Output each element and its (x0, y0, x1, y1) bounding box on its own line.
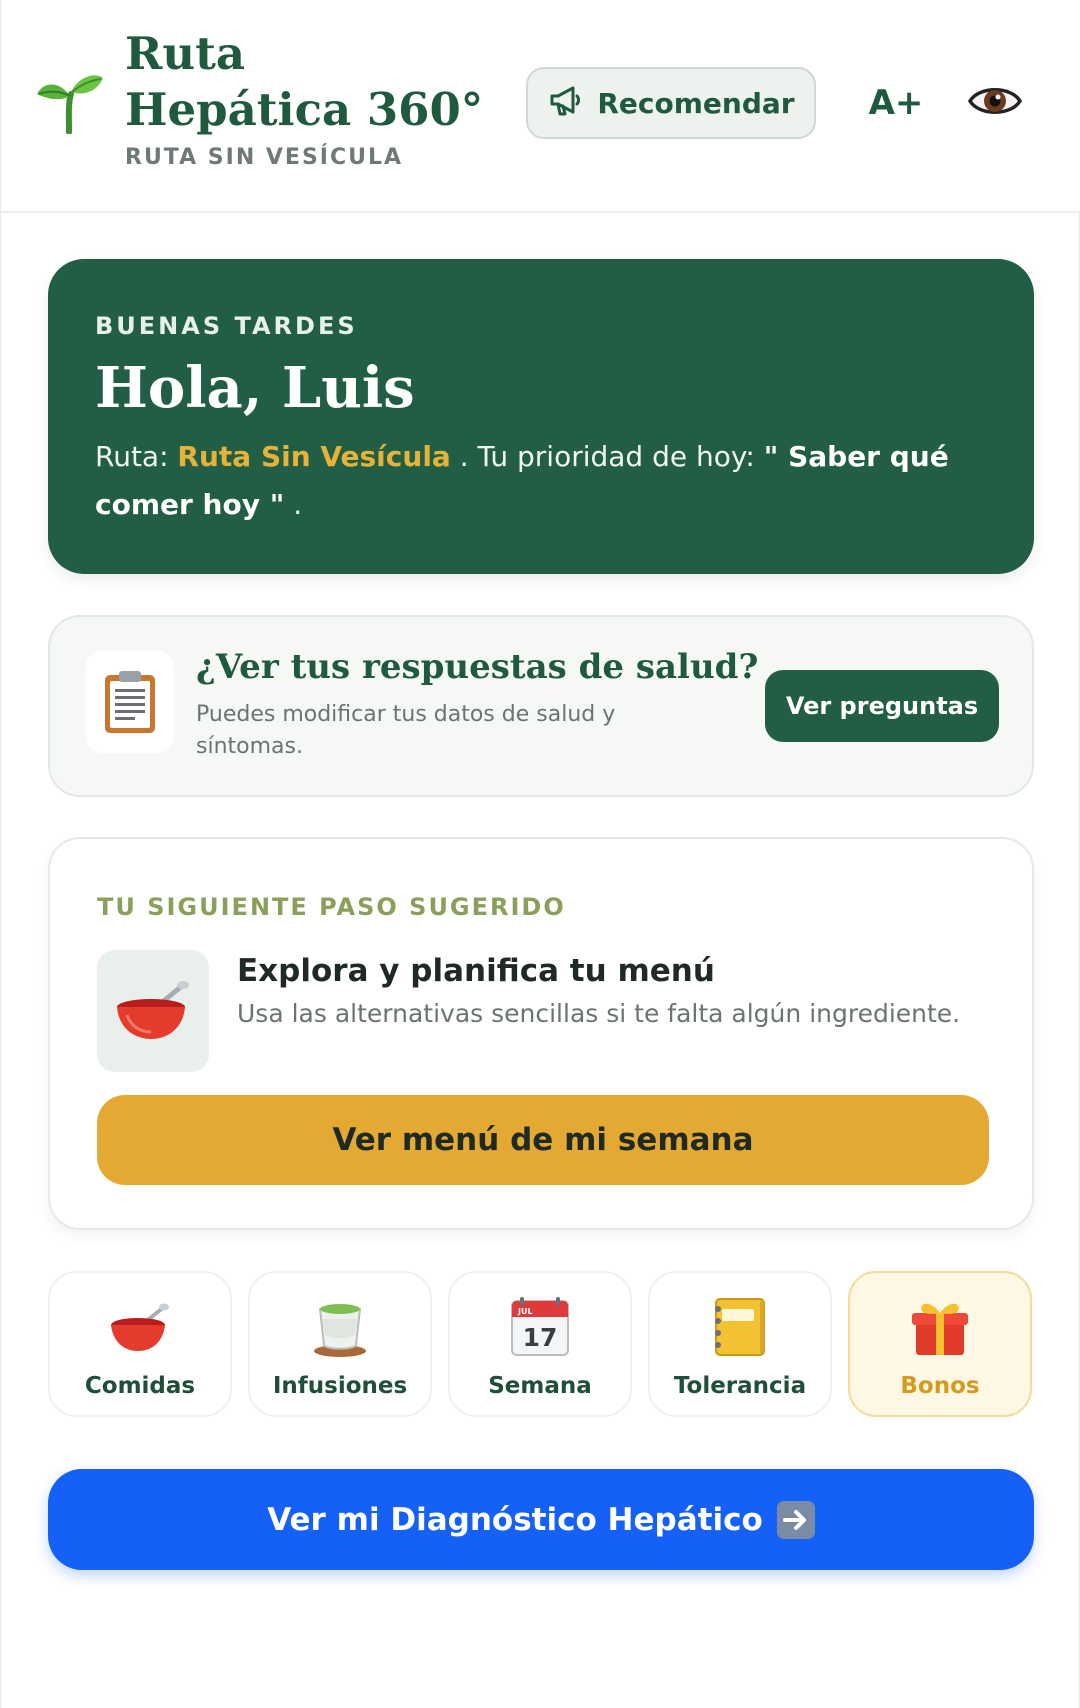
diagnostic-label: Ver mi Diagnóstico Hepático (267, 1501, 763, 1538)
gift-icon (908, 1295, 972, 1359)
tile-infusiones[interactable]: Infusiones (248, 1271, 432, 1417)
tile-tolerancia[interactable]: Tolerancia (648, 1271, 832, 1417)
tile-semana[interactable]: JUL 17 Semana (448, 1271, 632, 1417)
tile-comidas[interactable]: Comidas (48, 1271, 232, 1417)
view-week-menu-button[interactable]: Ver menú de mi semana (97, 1095, 989, 1185)
arrow-right-icon (776, 1500, 815, 1539)
tile-label: Semana (488, 1373, 592, 1399)
route-prefix: Ruta: (95, 440, 178, 473)
greeting-card: BUENAS TARDES Hola, Luis Ruta: Ruta Sin … (48, 259, 1034, 574)
view-diagnostic-button[interactable]: Ver mi Diagnóstico Hepático (48, 1469, 1034, 1570)
bowl-icon (108, 1295, 172, 1359)
clipboard-icon (86, 651, 174, 753)
next-step-title: Explora y planifica tu menú (237, 953, 715, 989)
next-step-description: Usa las alternativas sencillas si te fal… (237, 999, 961, 1028)
greeting-suffix: . (284, 488, 303, 521)
bowl-icon (97, 950, 209, 1072)
calendar-icon: JUL 17 (508, 1295, 572, 1359)
tile-label: Bonos (900, 1373, 980, 1399)
tile-bonos[interactable]: Bonos (848, 1271, 1032, 1417)
tile-label: Tolerancia (673, 1373, 807, 1399)
megaphone-icon (547, 82, 583, 125)
health-answers-card: ¿Ver tus respuestas de salud? Puedes mod… (48, 615, 1034, 797)
recommend-label: Recomendar (597, 86, 795, 120)
greeting-title: Hola, Luis (95, 355, 415, 421)
brand-title: Ruta Hepática 360° (125, 27, 484, 136)
health-description: Puedes modificar tus datos de salud y sí… (196, 702, 616, 759)
font-size-button[interactable]: A+ (859, 78, 933, 128)
recommend-button[interactable]: Recomendar (526, 67, 816, 139)
calendar-day: 17 (523, 1323, 558, 1352)
next-step-kicker: TU SIGUIENTE PASO SUGERIDO (97, 893, 566, 921)
health-title: ¿Ver tus respuestas de salud? (196, 647, 759, 687)
tile-label: Infusiones (272, 1373, 408, 1399)
calendar-month: JUL (517, 1307, 533, 1316)
brand-subtitle: RUTA SIN VESÍCULA (125, 145, 404, 170)
next-step-card: TU SIGUIENTE PASO SUGERIDO Explora y pla… (48, 837, 1034, 1230)
priority-prefix: . Tu prioridad de hoy: (450, 440, 764, 473)
tile-label: Comidas (84, 1373, 196, 1399)
eye-icon[interactable] (967, 76, 1023, 126)
route-name: Ruta Sin Vesícula (177, 440, 451, 473)
view-questions-button[interactable]: Ver preguntas (765, 670, 999, 742)
app-frame: Ruta Hepática 360° RUTA SIN VESÍCULA Rec… (0, 0, 1080, 1708)
notebook-icon (708, 1295, 772, 1359)
greeting-text: Ruta: Ruta Sin Vesícula . Tu prioridad d… (95, 433, 955, 529)
sprout-icon (35, 70, 105, 135)
app-header: Ruta Hepática 360° RUTA SIN VESÍCULA Rec… (1, 0, 1080, 213)
greeting-kicker: BUENAS TARDES (95, 312, 358, 340)
tea-icon (308, 1295, 372, 1359)
